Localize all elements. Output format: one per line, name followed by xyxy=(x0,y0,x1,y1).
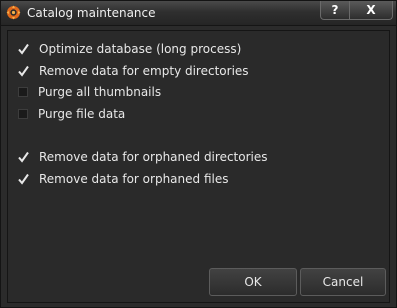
catalog-maintenance-dialog: Catalog maintenance ? X Optimize databas… xyxy=(0,0,397,308)
ok-button[interactable]: OK xyxy=(209,268,297,296)
cancel-button[interactable]: Cancel xyxy=(300,268,386,296)
checkbox-unchecked-icon[interactable] xyxy=(18,87,28,97)
option-label: Purge file data xyxy=(38,107,126,121)
options-panel: Optimize database (long process) Remove … xyxy=(7,30,390,303)
help-icon: ? xyxy=(331,3,339,17)
checkbox-checked-icon[interactable] xyxy=(17,64,30,78)
close-icon: X xyxy=(366,3,376,17)
window-title: Catalog maintenance xyxy=(27,6,156,20)
option-remove-orphaned-files[interactable]: Remove data for orphaned files xyxy=(17,170,228,188)
option-label: Remove data for orphaned files xyxy=(39,172,229,186)
close-button[interactable]: X xyxy=(350,1,393,20)
option-label: Remove data for orphaned directories xyxy=(39,150,268,164)
option-remove-orphaned-directories[interactable]: Remove data for orphaned directories xyxy=(17,148,268,166)
checkbox-checked-icon[interactable] xyxy=(17,172,30,186)
checkbox-unchecked-icon[interactable] xyxy=(18,109,28,119)
option-label: Optimize database (long process) xyxy=(39,42,242,56)
app-logo-icon xyxy=(6,5,21,20)
option-label: Remove data for empty directories xyxy=(39,64,249,78)
option-optimize-database[interactable]: Optimize database (long process) xyxy=(17,40,241,58)
help-button[interactable]: ? xyxy=(320,1,350,20)
checkbox-checked-icon[interactable] xyxy=(17,150,30,164)
option-remove-empty-directories[interactable]: Remove data for empty directories xyxy=(17,62,249,80)
option-purge-file-data[interactable]: Purge file data xyxy=(17,105,125,123)
option-label: Purge all thumbnails xyxy=(38,85,162,99)
option-purge-thumbnails[interactable]: Purge all thumbnails xyxy=(17,83,161,101)
title-bar[interactable]: Catalog maintenance ? X xyxy=(1,1,396,26)
checkbox-checked-icon[interactable] xyxy=(17,42,30,56)
